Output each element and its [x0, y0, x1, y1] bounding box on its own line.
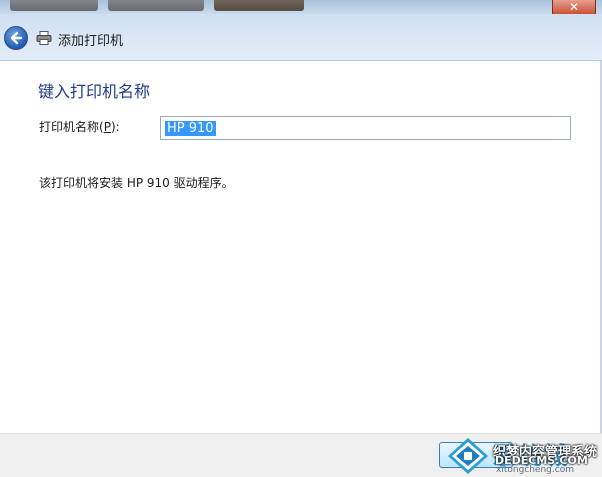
navigation-bar: 添加打印机	[0, 14, 602, 61]
watermark-line3: xitongcheng.com	[496, 465, 574, 475]
wizard-content: 键入打印机名称 打印机名称(P): HP 910 该打印机将安装 HP 910 …	[0, 61, 602, 433]
taskbar-thumbnail[interactable]	[10, 0, 98, 11]
printer-name-value: HP 910	[165, 121, 216, 136]
label-mnemonic: P	[103, 120, 111, 134]
printer-name-label-text: 打印机名称	[39, 120, 100, 134]
window-title: 添加打印机	[58, 34, 124, 49]
button-bar: 系统城 织梦内容管理系统 DEDECMS.COM xitongcheng.com	[0, 433, 602, 477]
printer-name-input[interactable]: HP 910	[160, 116, 571, 140]
back-button[interactable]	[4, 26, 28, 50]
window-title-strip: ✕	[0, 0, 602, 17]
printer-icon	[36, 31, 52, 45]
driver-info-text: 该打印机将安装 HP 910 驱动程序。	[39, 176, 234, 190]
label-paren-close: ):	[110, 120, 120, 134]
taskbar-thumbnail[interactable]	[214, 0, 304, 11]
back-arrow-icon	[10, 31, 23, 45]
page-heading: 键入打印机名称	[38, 82, 151, 101]
taskbar-thumbnail[interactable]	[108, 0, 204, 11]
printer-name-label: 打印机名称(P):	[39, 118, 120, 135]
watermark-logo-icon	[448, 438, 488, 474]
